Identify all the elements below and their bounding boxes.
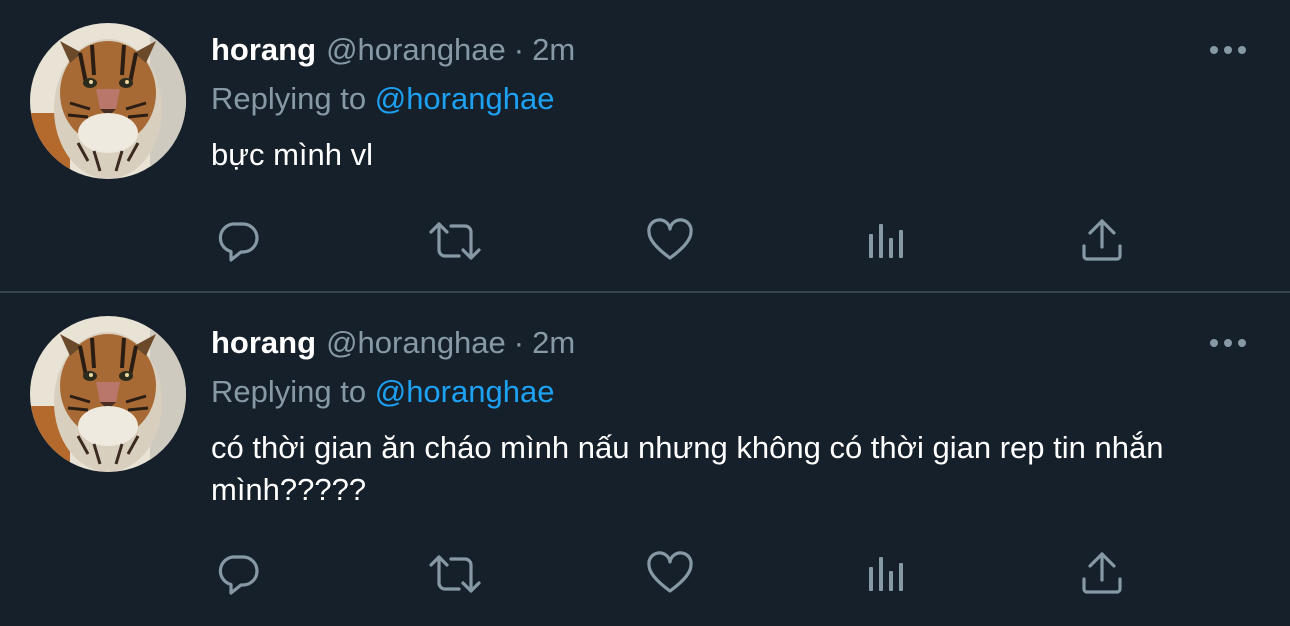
replying-to: Replying to @horanghae	[211, 78, 554, 120]
tweet[interactable]: horang @horanghae · 2m Replying to @horangh…	[0, 0, 1290, 293]
separator-dot: ·	[513, 325, 525, 360]
like-icon[interactable]	[645, 216, 695, 266]
separator-dot: ·	[513, 32, 525, 67]
like-icon[interactable]	[645, 549, 695, 599]
tweet-header: horang @horanghae · 2m	[211, 322, 575, 364]
retweet-icon[interactable]	[427, 549, 481, 599]
reply-mention-link[interactable]: @horanghae	[375, 374, 555, 409]
analytics-icon[interactable]	[863, 549, 913, 599]
display-name[interactable]: horang	[211, 32, 316, 67]
tweet[interactable]: horang @horanghae · 2m Replying to @horangh…	[0, 293, 1290, 626]
tweet-header: horang @horanghae · 2m	[211, 29, 575, 71]
display-name[interactable]: horang	[211, 325, 316, 360]
reply-icon[interactable]	[213, 216, 263, 266]
reply-mention-link[interactable]: @horanghae	[375, 81, 555, 116]
user-handle[interactable]: @horanghae	[326, 325, 506, 360]
tweet-text: bực mình vl	[211, 137, 374, 172]
replying-to: Replying to @horanghae	[211, 371, 554, 413]
timestamp[interactable]: 2m	[532, 32, 575, 67]
analytics-icon[interactable]	[863, 216, 913, 266]
tweet-text: có thời gian ăn cháo mình nấu nhưng khôn…	[211, 430, 1164, 507]
tiger-avatar[interactable]	[30, 316, 186, 472]
replying-to-label: Replying to	[211, 374, 367, 409]
timeline: horang @horanghae · 2m Replying to @horangh…	[0, 0, 1290, 626]
tweet-actions	[211, 549, 1251, 599]
tiger-avatar[interactable]	[30, 23, 186, 179]
user-handle[interactable]: @horanghae	[326, 32, 506, 67]
share-icon[interactable]	[1077, 216, 1127, 266]
tweet-actions	[211, 216, 1251, 266]
timestamp[interactable]: 2m	[532, 325, 575, 360]
reply-icon[interactable]	[213, 549, 263, 599]
more-options-icon[interactable]	[1206, 327, 1250, 359]
more-options-icon[interactable]	[1206, 34, 1250, 66]
replying-to-label: Replying to	[211, 81, 367, 116]
share-icon[interactable]	[1077, 549, 1127, 599]
retweet-icon[interactable]	[427, 216, 481, 266]
